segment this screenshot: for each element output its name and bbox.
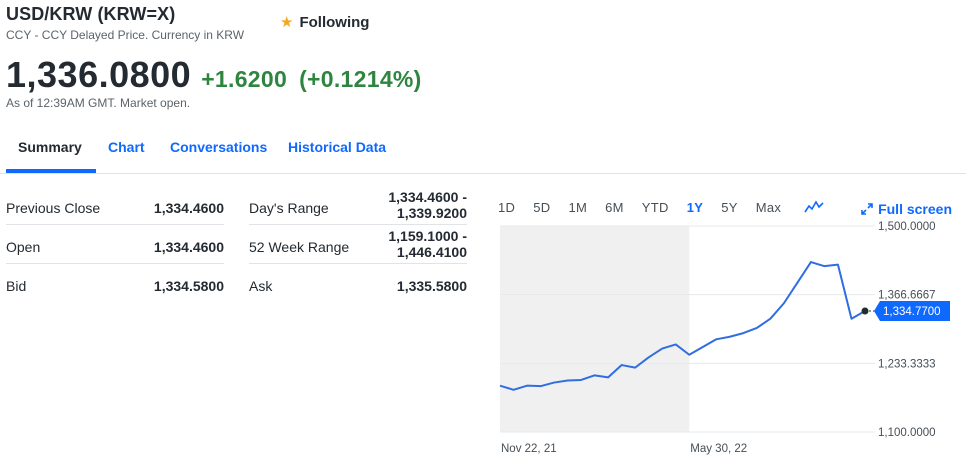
- price-change-percent: (+0.1214%): [299, 66, 422, 92]
- stat-row: 52 Week Range 1,159.1000 - 1,446.4100: [249, 225, 467, 264]
- as-of-timestamp: As of 12:39AM GMT. Market open.: [6, 96, 191, 110]
- y-tick-label: 1,100.0000: [878, 427, 936, 439]
- stat-label: Open: [6, 239, 41, 255]
- current-price-dot: [861, 307, 869, 315]
- range-1d[interactable]: 1D: [498, 200, 515, 215]
- x-tick-label: Nov 22, 21: [501, 443, 557, 455]
- star-icon: ★: [280, 14, 294, 31]
- stats-table-left: Previous Close 1,334.4600 Open 1,334.460…: [6, 186, 224, 303]
- tab-conversations[interactable]: Conversations: [170, 139, 267, 155]
- price-change: +1.6200: [201, 66, 288, 92]
- stat-value: 1,334.4600: [153, 200, 224, 216]
- stat-row: Bid 1,334.5800: [6, 264, 224, 303]
- stat-row: Open 1,334.4600: [6, 225, 224, 264]
- tab-chart[interactable]: Chart: [108, 139, 145, 155]
- range-1y[interactable]: 1Y: [687, 200, 704, 215]
- stat-value: 1,334.4600 - 1,339.9200: [388, 189, 467, 221]
- quote-tabs: Summary Chart Conversations Historical D…: [0, 132, 966, 174]
- expand-icon: [861, 203, 873, 215]
- stat-value-line1: 1,159.1000 -: [388, 228, 467, 244]
- range-5y[interactable]: 5Y: [721, 200, 738, 215]
- y-tick-label: 1,500.0000: [878, 221, 936, 233]
- quote-price-block: 1,336.0800 +1.6200 (+0.1214%): [6, 54, 422, 96]
- active-tab-indicator: [6, 169, 96, 173]
- stat-value-line2: 1,446.4100: [396, 244, 467, 260]
- x-tick-label: May 30, 22: [690, 443, 747, 455]
- following-button[interactable]: ★ Following: [280, 13, 370, 32]
- range-selector: 1D 5D 1M 6M YTD 1Y 5Y Max: [498, 200, 799, 215]
- following-label: Following: [299, 13, 370, 31]
- stats-table-right: Day's Range 1,334.4600 - 1,339.9200 52 W…: [249, 186, 467, 303]
- y-tick-label: 1,366.6667: [878, 290, 936, 302]
- range-5d[interactable]: 5D: [533, 200, 550, 215]
- fullscreen-label: Full screen: [878, 201, 952, 217]
- stat-label: Day's Range: [249, 200, 329, 216]
- stat-value: 1,159.1000 - 1,446.4100: [388, 228, 467, 260]
- symbol-title: USD/KRW (KRW=X): [6, 4, 176, 24]
- range-1m[interactable]: 1M: [568, 200, 587, 215]
- range-ytd[interactable]: YTD: [642, 200, 669, 215]
- range-max[interactable]: Max: [756, 200, 781, 215]
- fullscreen-button[interactable]: Full screen: [861, 201, 952, 217]
- current-price-flag-label: 1,334.7700: [883, 306, 941, 318]
- shaded-period: [500, 226, 690, 432]
- quote-header: USD/KRW (KRW=X) CCY - CCY Delayed Price.…: [6, 4, 244, 42]
- y-tick-label: 1,233.3333: [878, 358, 936, 370]
- price-chart: 1,500.0000 1,366.6667 1,233.3333 1,100.0000…: [498, 186, 966, 456]
- range-6m[interactable]: 6M: [605, 200, 624, 215]
- stat-row: Previous Close 1,334.4600: [6, 186, 224, 225]
- stat-value: 1,334.5800: [153, 278, 224, 294]
- symbol-subtitle: CCY - CCY Delayed Price. Currency in KRW: [6, 28, 245, 42]
- stat-label: Previous Close: [6, 200, 101, 216]
- price-chart-svg[interactable]: 1,500.0000 1,366.6667 1,233.3333 1,100.0000…: [498, 186, 966, 456]
- tab-summary[interactable]: Summary: [18, 139, 82, 155]
- stat-value: 1,334.4600: [153, 239, 224, 255]
- stat-row: Day's Range 1,334.4600 - 1,339.9200: [249, 186, 467, 225]
- stat-row: Ask 1,335.5800: [249, 264, 467, 303]
- stat-value: 1,335.5800: [396, 278, 467, 294]
- stat-value-line1: 1,334.4600 -: [388, 189, 467, 205]
- stat-label: Bid: [6, 278, 27, 294]
- stat-value-line2: 1,339.9200: [396, 205, 467, 221]
- stat-label: Ask: [249, 278, 273, 294]
- tab-historical-data[interactable]: Historical Data: [288, 139, 386, 155]
- stat-label: 52 Week Range: [249, 239, 350, 255]
- line-chart-icon[interactable]: [804, 199, 824, 215]
- current-price: 1,336.0800: [6, 54, 192, 95]
